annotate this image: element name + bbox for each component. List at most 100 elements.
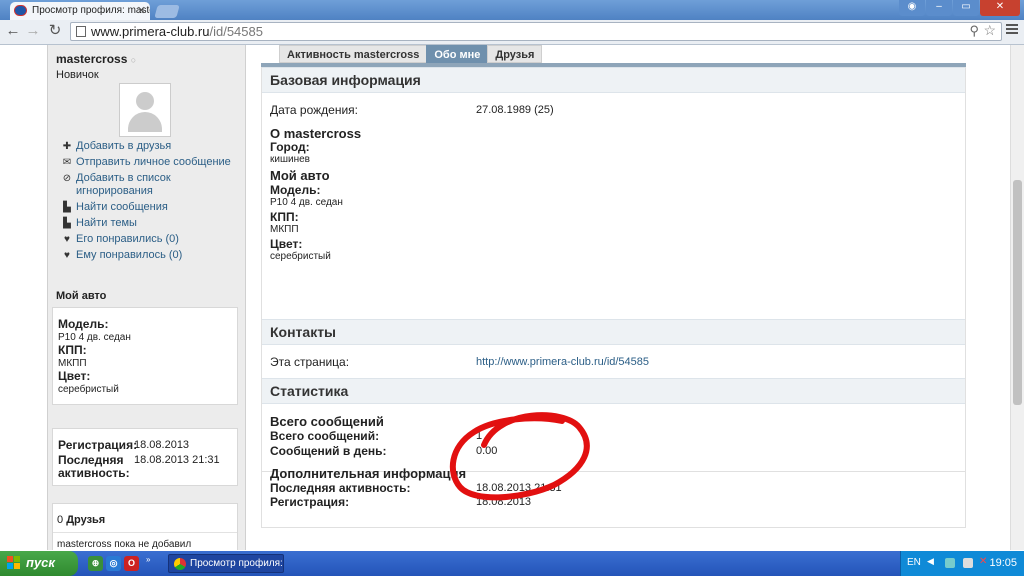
this-page-label: Эта страница: (270, 355, 350, 369)
browser-tab-bar: Просмотр профиля: mastercross ✕ ◉ – ▭ ✕ (0, 0, 1024, 20)
contacts-title: Контакты (270, 324, 337, 340)
tab-activity[interactable]: Активность mastercross (279, 45, 428, 63)
online-status-icon: ○ (130, 55, 137, 65)
my-car-box: Модель: P10 4 дв. седан КПП: МКПП Цвет: … (52, 307, 238, 405)
add-friend-link[interactable]: ✚ Добавить в друзья (61, 140, 231, 153)
new-tab-button[interactable] (154, 5, 180, 18)
city-label: Город: (270, 140, 310, 154)
heart-icon: ♥ (64, 250, 70, 261)
my-car-title: Мой авто (56, 290, 107, 302)
tray-app-icon[interactable] (945, 558, 955, 568)
windows-taskbar: пуск ⊕ ◎ O » Просмотр профиля: ... EN ◀ … (0, 551, 1024, 576)
friends-box: 0 Друзья mastercross пока не добавил (52, 503, 238, 550)
forward-button[interactable]: → (24, 22, 42, 40)
total-label: Всего сообщений: (270, 429, 380, 443)
heart-icon: ♥ (64, 234, 70, 245)
page-icon (76, 26, 86, 37)
color-value: серебристый (270, 251, 331, 262)
tab-friends[interactable]: Друзья (487, 45, 543, 63)
profile-tabs: Активность mastercross Обо мне Друзья (279, 45, 543, 63)
quicklaunch-more-icon[interactable]: » (146, 555, 150, 564)
start-button[interactable]: пуск (0, 551, 78, 576)
close-window-button[interactable]: ✕ (980, 0, 1020, 16)
total-title: Всего сообщений (270, 414, 384, 429)
red-annotation-circle (449, 412, 590, 501)
basic-info-header: Базовая информация (262, 67, 965, 93)
liked-by-link[interactable]: ♥ Его понравились (0) (61, 233, 231, 246)
taskbar-window-title: Просмотр профиля: ... (190, 558, 284, 569)
taskbar-browser-window[interactable]: Просмотр профиля: ... (168, 554, 284, 573)
friends-empty-text: mastercross пока не добавил (57, 539, 192, 550)
site-favicon-icon (14, 5, 27, 16)
send-pm-link[interactable]: ✉ Отправить личное сообщение (61, 156, 231, 169)
ignore-link[interactable]: ⊘ Добавить в список игнорирования (61, 172, 231, 198)
stats-header: Статистика (262, 378, 965, 404)
block-icon: ⊘ (62, 173, 72, 184)
gearbox-label: КПП: (270, 210, 299, 224)
quicklaunch-opera-icon[interactable]: O (124, 556, 139, 571)
mycar-label: Мой авто (270, 168, 330, 183)
birth-label: Дата рождения: (270, 103, 358, 117)
browser-tab[interactable]: Просмотр профиля: mastercross ✕ (10, 2, 150, 20)
username-text: mastercross (56, 52, 128, 66)
tab-about[interactable]: Обо мне (426, 45, 489, 63)
this-page-link[interactable]: http://www.primera-club.ru/id/54585 (476, 356, 649, 368)
reg-label: Регистрация: (58, 438, 138, 452)
zoom-icon[interactable]: ⚲ (969, 23, 979, 39)
start-label: пуск (26, 555, 55, 570)
tray-arrow-icon[interactable]: ◀ (927, 556, 937, 566)
contacts-header: Контакты (262, 319, 965, 345)
plus-icon: ✚ (62, 141, 72, 152)
last-activity-stat-label: Последняя активность: (270, 481, 411, 495)
reload-button[interactable]: ↻ (46, 22, 64, 40)
registration-box: Регистрация: 18.08.2013 Последняя активн… (52, 428, 238, 486)
stats-title: Статистика (270, 383, 349, 399)
car-color-label: Цвет: (58, 369, 91, 383)
perday-label: Сообщений в день: (270, 444, 387, 458)
profile-sidebar: mastercross ○ Новичок ✚ Добавить в друзья… (47, 45, 246, 550)
browser-tab-title: Просмотр профиля: mastercross (32, 5, 150, 16)
page-scrollbar[interactable] (1010, 45, 1024, 550)
find-topics-link[interactable]: ▙ Найти темы (61, 217, 231, 230)
messages-icon: ▙ (63, 202, 71, 213)
language-indicator[interactable]: EN (907, 557, 921, 568)
chrome-icon (174, 558, 186, 570)
gearbox-value: МКПП (270, 224, 299, 235)
url-host: www.primera-club.ru (91, 24, 210, 39)
basic-info-title: Базовая информация (270, 72, 421, 88)
quicklaunch-browser-icon[interactable]: ◎ (106, 556, 121, 571)
friends-count: 0 (57, 514, 64, 526)
model-label: Модель: (270, 183, 321, 197)
friends-title: Друзья (66, 514, 106, 526)
chrome-menu-icon[interactable] (1006, 24, 1018, 36)
liked-link[interactable]: ♥ Ему понравилось (0) (61, 249, 231, 262)
tray-volume-icon[interactable]: ✕ (979, 556, 989, 567)
tab-close-icon[interactable]: ✕ (137, 4, 146, 17)
envelope-icon: ✉ (62, 157, 72, 168)
bookmark-star-icon[interactable]: ☆ (983, 22, 996, 39)
url-text: www.primera-club.ru/id/54585 (91, 24, 263, 39)
find-messages-link[interactable]: ▙ Найти сообщения (61, 201, 231, 214)
tray-network-icon[interactable] (963, 558, 973, 568)
friends-header: 0 Друзья (57, 514, 105, 526)
car-model-label: Модель: (58, 317, 109, 331)
extra-info-block: Дополнительная информация Последняя акти… (261, 466, 966, 528)
avatar (119, 83, 171, 137)
window-controls: ◉ – ▭ ✕ (898, 0, 1020, 16)
reg-value: 18.08.2013 (134, 439, 190, 451)
system-tray: EN ◀ ✕ 19:05 (900, 551, 1024, 576)
scrollbar-thumb[interactable] (1013, 180, 1022, 405)
quicklaunch-app-icon[interactable]: ⊕ (88, 556, 103, 571)
url-path: /id/54585 (209, 24, 263, 39)
car-gearbox-label: КПП: (58, 343, 87, 357)
maximize-button[interactable]: ▭ (953, 0, 979, 16)
user-icon[interactable]: ◉ (899, 0, 925, 16)
last-activity-label: Последняя активность: (58, 453, 130, 480)
clock: 19:05 (989, 557, 1017, 569)
reg-stat-label: Регистрация: (270, 495, 350, 509)
address-bar[interactable]: www.primera-club.ru/id/54585 ⚲ ☆ (70, 22, 1002, 41)
minimize-button[interactable]: – (926, 0, 952, 16)
back-button[interactable]: ← (4, 22, 22, 40)
profile-actions: ✚ Добавить в друзья ✉ Отправить личное соо… (61, 140, 231, 265)
user-rank: Новичок (56, 69, 99, 81)
